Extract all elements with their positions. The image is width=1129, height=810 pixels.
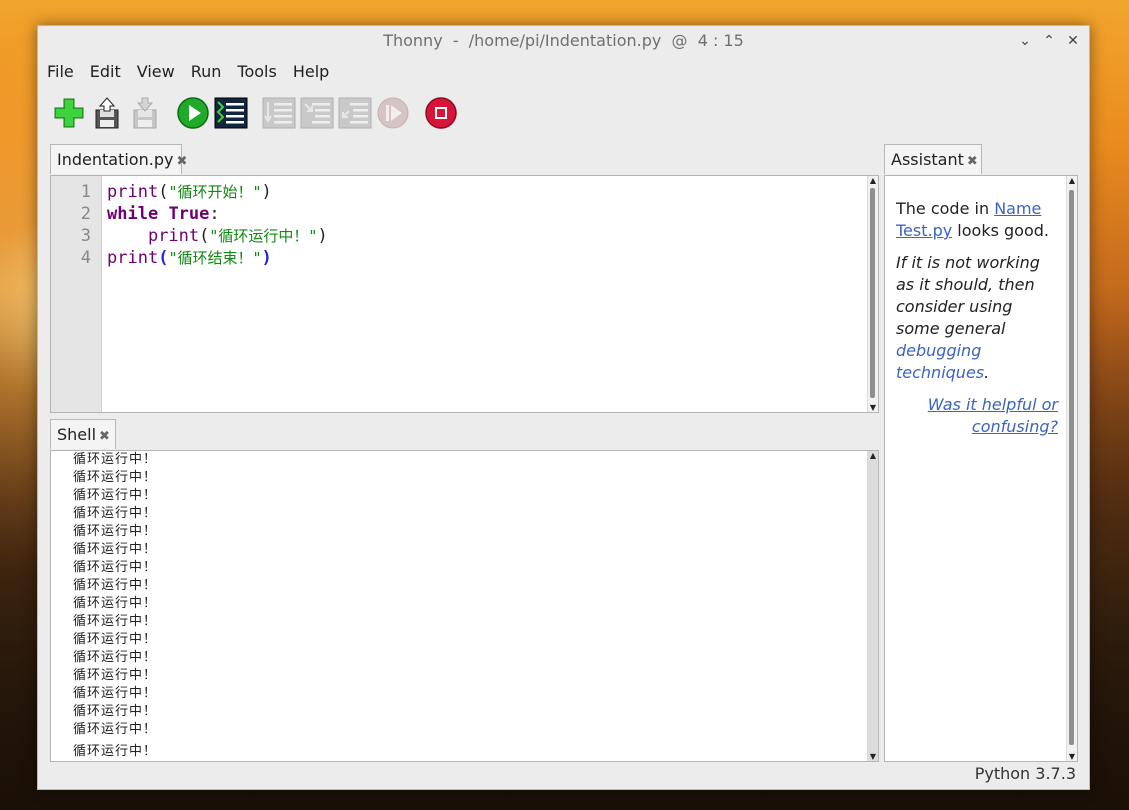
step-out-icon: [338, 97, 372, 129]
scroll-down-arrow[interactable]: ▼: [868, 752, 878, 761]
step-over-button[interactable]: [262, 96, 296, 130]
resume-button[interactable]: [376, 96, 410, 130]
close-icon[interactable]: ✖: [99, 429, 110, 444]
shell-line: 循环运行中！: [73, 560, 158, 575]
menu-run[interactable]: Run: [183, 58, 230, 86]
step-out-button[interactable]: [338, 96, 372, 130]
line-number-gutter: 1 2 3 4: [51, 176, 102, 412]
scroll-up-arrow[interactable]: ▲: [868, 451, 878, 460]
step-into-icon: [300, 97, 334, 129]
maximize-button[interactable]: ⌃: [1039, 31, 1059, 51]
menu-help[interactable]: Help: [285, 58, 337, 86]
shell-line: 循环运行中！: [73, 470, 158, 485]
line-number: 3: [80, 226, 91, 246]
shell-lines: 循环运行中！ 循环运行中！ 循环运行中！ 循环运行中！ 循环运行中！ 循环运行中…: [73, 451, 157, 761]
shell-line: 循环运行中！: [73, 668, 158, 683]
window-controls: ⌄ ⌃ ✕: [1015, 26, 1083, 56]
shell-line: 循环运行中！: [73, 542, 158, 557]
code-text[interactable]: print("循环开始！") while True: print("循环运行中！…: [107, 181, 328, 269]
shell-output[interactable]: 循环运行中！ 循环运行中！ 循环运行中！ 循环运行中！ 循环运行中！ 循环运行中…: [50, 450, 879, 762]
editor-scrollbar[interactable]: ▲ ▼: [867, 176, 878, 412]
scroll-down-arrow[interactable]: ▼: [1067, 752, 1077, 761]
shell-scrollbar[interactable]: ▲ ▼: [867, 451, 878, 761]
assistant-panel: The code in Name Test.py looks good. If …: [884, 175, 1078, 762]
menu-bar: File Edit View Run Tools Help: [38, 58, 337, 86]
shell-line: 循环运行中！: [73, 578, 158, 593]
debugging-techniques-link[interactable]: debugging techniques: [896, 341, 984, 382]
shell-line: 循环运行中！: [73, 524, 158, 539]
shell-line: 循环运行中！: [73, 650, 158, 665]
close-icon[interactable]: ✖: [967, 154, 978, 169]
stop-icon: [425, 97, 457, 129]
feedback-paragraph: Was it helpful or confusing?: [896, 394, 1058, 438]
code-editor[interactable]: 1 2 3 4 print("循环开始！") while True: print…: [50, 175, 879, 413]
stop-button[interactable]: [424, 96, 458, 130]
line-number: 4: [80, 248, 91, 268]
shell-line: 循环运行中！: [73, 632, 158, 647]
scroll-up-arrow[interactable]: ▲: [868, 176, 878, 185]
title-bar[interactable]: Thonny - /home/pi/Indentation.py @ 4 : 1…: [38, 26, 1089, 56]
line-number: 2: [80, 204, 91, 224]
code-line: print("循环结束！"): [107, 248, 272, 268]
resume-icon: [377, 97, 409, 129]
shell-line: 循环运行中！: [73, 506, 158, 521]
scroll-down-arrow[interactable]: ▼: [868, 403, 878, 412]
tab-indentation-py[interactable]: Indentation.py ✖: [50, 144, 187, 174]
assistant-advice: If it is not working as it should, then …: [896, 253, 1040, 382]
shell-line: 循环运行中！: [73, 488, 158, 503]
assistant-summary: The code in Name Test.py looks good.: [896, 199, 1049, 240]
plus-icon: [54, 98, 84, 128]
assistant-scrollbar[interactable]: ▲ ▼: [1066, 176, 1077, 761]
floppy-save-icon: [133, 97, 157, 129]
debug-icon: [214, 97, 248, 129]
code-line: print("循环运行中！"): [147, 226, 328, 246]
code-line: while True:: [107, 204, 220, 224]
menu-file[interactable]: File: [38, 58, 82, 86]
menu-view[interactable]: View: [129, 58, 183, 86]
step-into-button[interactable]: [300, 96, 334, 130]
tab-assistant[interactable]: Assistant ✖: [884, 144, 982, 174]
load-file-button[interactable]: [90, 96, 124, 130]
close-icon[interactable]: ✖: [176, 154, 187, 169]
shell-line: 循环运行中！: [73, 596, 158, 611]
shell-line: 循环运行中！: [73, 704, 158, 719]
menu-tools[interactable]: Tools: [229, 58, 284, 86]
shell-line: 循环运行中！: [73, 452, 158, 467]
editor-scroll-thumb[interactable]: [870, 188, 875, 398]
line-number: 1: [80, 182, 91, 202]
debug-button[interactable]: [214, 96, 248, 130]
shell-line: 循环运行中！: [73, 686, 158, 701]
assistant-text: The code in Name Test.py looks good. If …: [896, 198, 1058, 448]
scroll-up-arrow[interactable]: ▲: [1067, 176, 1077, 185]
window-title: Thonny - /home/pi/Indentation.py @ 4 : 1…: [383, 31, 744, 50]
feedback-link[interactable]: Was it helpful or confusing?: [928, 395, 1058, 436]
menu-edit[interactable]: Edit: [82, 58, 129, 86]
minimize-button[interactable]: ⌄: [1015, 31, 1035, 51]
assistant-tab-label: Assistant: [891, 150, 964, 169]
shell-tab-label: Shell: [57, 425, 97, 444]
run-button[interactable]: [176, 96, 210, 130]
assistant-scroll-thumb[interactable]: [1069, 190, 1074, 745]
shell-line: 循环运行中！: [73, 614, 158, 629]
editor-tab-label: Indentation.py: [57, 150, 174, 169]
save-file-button[interactable]: [128, 96, 162, 130]
play-icon: [177, 97, 209, 129]
close-window-button[interactable]: ✕: [1063, 31, 1083, 51]
code-line: print("循环开始！"): [107, 182, 272, 202]
shell-line: 循环运行中！: [73, 744, 158, 759]
floppy-load-icon: [95, 97, 119, 129]
new-file-button[interactable]: [52, 96, 86, 130]
step-over-icon: [262, 97, 296, 129]
shell-line: 循环运行中！: [73, 722, 158, 737]
tab-shell[interactable]: Shell ✖: [50, 419, 116, 449]
python-version-status[interactable]: Python 3.7.3: [975, 763, 1076, 785]
thonny-window: Thonny - /home/pi/Indentation.py @ 4 : 1…: [37, 25, 1090, 790]
